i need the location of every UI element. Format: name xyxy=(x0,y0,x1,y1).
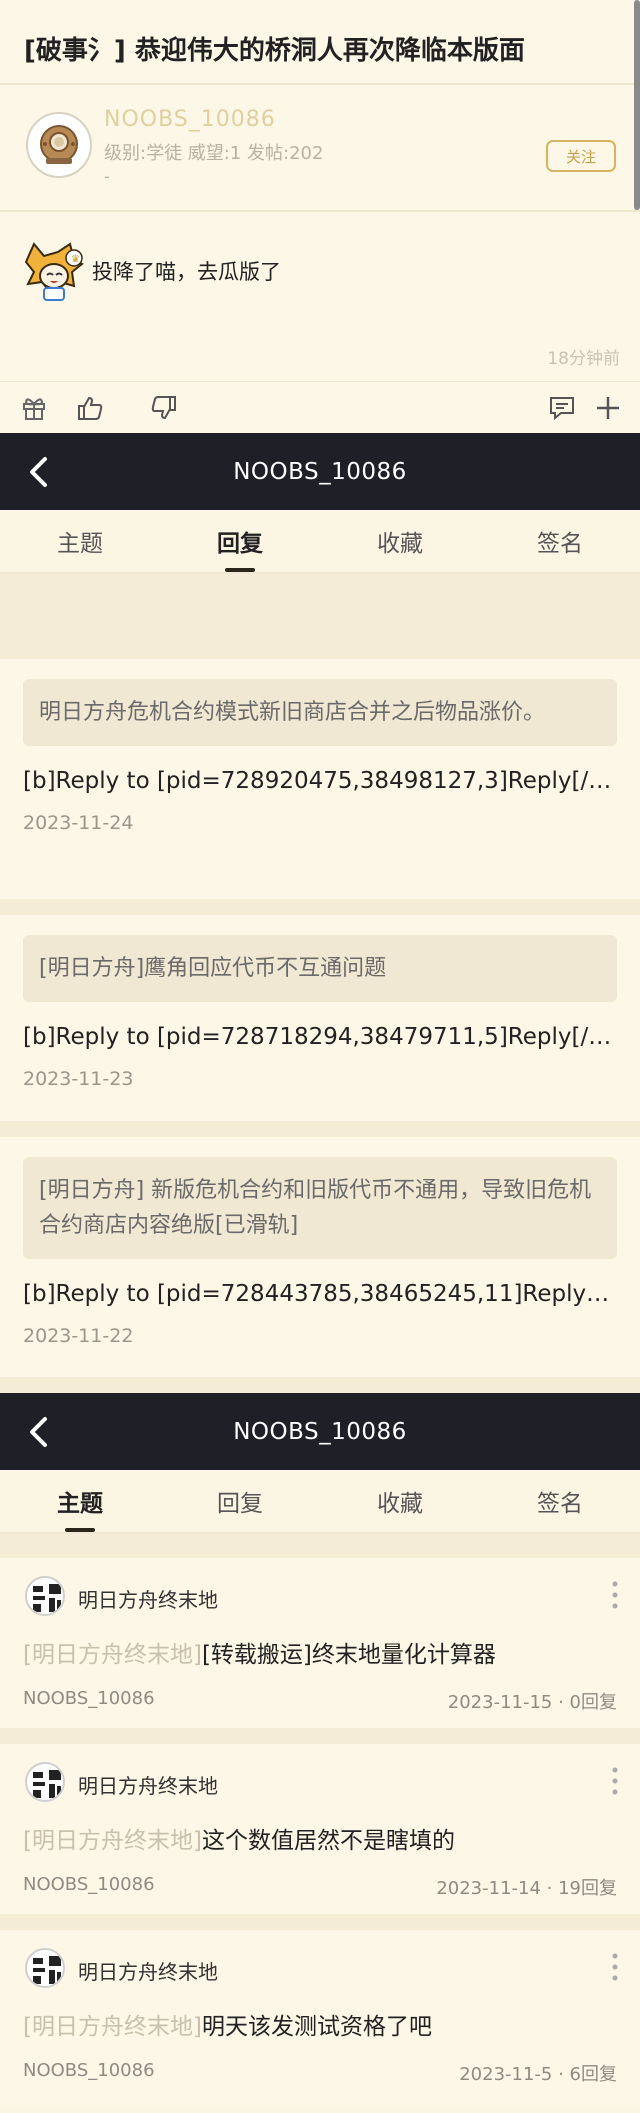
topic-item[interactable]: 明日方舟终末地 [明日方舟终末地]这个数值居然不是瞎填的 NOOBS_10086… xyxy=(0,1744,640,1914)
scrollbar[interactable] xyxy=(634,0,640,210)
reply-quote: 明日方舟危机合约模式新旧商店合并之后物品涨价。 xyxy=(23,679,617,746)
topic-title-text: 这个数值居然不是瞎填的 xyxy=(201,1828,455,1854)
profile-title: NOOBS_10086 xyxy=(233,1418,407,1445)
topic-date: 2023-11-5 xyxy=(459,2064,553,2085)
topic-date: 2023-11-14 xyxy=(436,1878,541,1899)
topic-meta: 2023-11-5 · 6回复 xyxy=(459,2064,617,2085)
topic-author: NOOBS_10086 xyxy=(23,1874,155,1895)
comment-icon[interactable] xyxy=(548,394,576,422)
reply-list: 明日方舟危机合约模式新旧商店合并之后物品涨价。 [b]Reply to [pid… xyxy=(0,574,640,1393)
tab-replies[interactable]: 回复 xyxy=(160,1470,320,1532)
topic-tag: [明日方舟终末地] xyxy=(23,1828,202,1854)
topic-meta: 2023-11-15 · 0回复 xyxy=(447,1692,617,1713)
topic-footer: NOOBS_10086 2023-11-5 · 6回复 xyxy=(23,2060,617,2085)
chevron-left-icon[interactable] xyxy=(24,455,54,489)
topic-title-text: 明天该发测试资格了吧 xyxy=(201,2014,432,2040)
forum-avatar xyxy=(25,1948,65,1988)
post-detail: [破事氵] 恭迎伟大的桥洞人再次降临本版面 NOOBS_10086 级别:学徒 … xyxy=(0,0,640,433)
profile-title: NOOBS_10086 xyxy=(233,458,407,485)
tab-replies[interactable]: 回复 xyxy=(160,510,320,572)
plus-icon[interactable] xyxy=(594,394,622,422)
topic-title: [明日方舟终末地][转载搬运]终末地量化计算器 xyxy=(23,1635,496,1669)
author-row: NOOBS_10086 级别:学徒 威望:1 发帖:202 - 关注 xyxy=(0,85,640,212)
topic-reply-count: 0回复 xyxy=(569,1692,617,1713)
topic-author: NOOBS_10086 xyxy=(23,1688,155,1709)
forum-name[interactable]: 明日方舟终末地 xyxy=(78,1770,218,1799)
forum-logo-icon xyxy=(27,1764,63,1800)
forum-logo-icon xyxy=(27,1578,63,1614)
topic-tag: [明日方舟终末地] xyxy=(23,2014,202,2040)
topic-footer: NOOBS_10086 2023-11-14 · 19回复 xyxy=(23,1874,617,1899)
topic-date: 2023-11-15 xyxy=(447,1692,553,1713)
profile-tabs: 主题 回复 收藏 签名 xyxy=(0,510,640,574)
topic-title: [明日方舟终末地]明天该发测试资格了吧 xyxy=(23,2007,432,2041)
forum-avatar xyxy=(25,1762,65,1802)
tab-signature[interactable]: 签名 xyxy=(480,510,640,572)
topic-item[interactable]: 明日方舟终末地 [明日方舟终末地]明天该发测试资格了吧 NOOBS_10086 … xyxy=(0,1930,640,2105)
forum-avatar xyxy=(25,1576,65,1616)
author-meta: 级别:学徒 威望:1 发帖:202 xyxy=(104,143,324,164)
tab-favorites[interactable]: 收藏 xyxy=(320,510,480,572)
follow-button[interactable]: 关注 xyxy=(546,140,616,172)
thumbs-up-icon[interactable] xyxy=(76,394,104,422)
more-vertical-icon[interactable] xyxy=(612,1952,618,1982)
topic-author: NOOBS_10086 xyxy=(23,2060,155,2081)
author-name[interactable]: NOOBS_10086 xyxy=(104,107,276,132)
chevron-left-icon[interactable] xyxy=(24,1415,54,1449)
topic-meta: 2023-11-14 · 19回复 xyxy=(436,1878,617,1899)
topic-title: [明日方舟终末地]这个数值居然不是瞎填的 xyxy=(23,1821,455,1855)
reply-date: 2023-11-22 xyxy=(23,1325,134,1347)
profile-tabs: 主题 回复 收藏 签名 xyxy=(0,1470,640,1534)
author-signature: - xyxy=(104,167,110,186)
cat-girl-sticker-icon: ♛ xyxy=(24,242,84,301)
forum-name[interactable]: 明日方舟终末地 xyxy=(78,1956,218,1985)
reply-text: [b]Reply to [pid=728443785,38465245,11]R… xyxy=(23,1281,617,1307)
topic-reply-count: 19回复 xyxy=(558,1878,617,1899)
forum-name[interactable]: 明日方舟终末地 xyxy=(78,1584,218,1613)
tab-topics[interactable]: 主题 xyxy=(0,1470,160,1532)
reply-date: 2023-11-23 xyxy=(23,1068,134,1090)
reply-text: [b]Reply to [pid=728920475,38498127,3]Re… xyxy=(23,768,617,794)
screen: [破事氵] 恭迎伟大的桥洞人再次降临本版面 NOOBS_10086 级别:学徒 … xyxy=(0,0,640,2105)
svg-text:♛: ♛ xyxy=(71,254,80,265)
avatar[interactable] xyxy=(26,112,92,178)
topic-list: 明日方舟终末地 [明日方舟终末地][转载搬运]终末地量化计算器 NOOBS_10… xyxy=(0,1534,640,2105)
topic-item[interactable]: 明日方舟终末地 [明日方舟终末地][转载搬运]终末地量化计算器 NOOBS_10… xyxy=(0,1558,640,1728)
gift-icon[interactable] xyxy=(20,394,48,422)
reply-quote: [明日方舟] 新版危机合约和旧版代币不通用，导致旧危机合约商店内容绝版[已滑轨] xyxy=(23,1157,617,1259)
reply-item[interactable]: 明日方舟危机合约模式新旧商店合并之后物品涨价。 [b]Reply to [pid… xyxy=(0,659,640,899)
post-action-bar xyxy=(0,382,640,433)
topic-title-text: [转载搬运]终末地量化计算器 xyxy=(201,1642,496,1668)
profile-navbar: NOOBS_10086 xyxy=(0,433,640,510)
reply-item[interactable]: [明日方舟]鹰角回应代币不互通问题 [b]Reply to [pid=72871… xyxy=(0,915,640,1121)
reply-item[interactable]: [明日方舟] 新版危机合约和旧版代币不通用，导致旧危机合约商店内容绝版[已滑轨]… xyxy=(0,1137,640,1377)
topic-tag: [明日方舟终末地] xyxy=(23,1642,202,1668)
tab-signature[interactable]: 签名 xyxy=(480,1470,640,1532)
reply-text: [b]Reply to [pid=728718294,38479711,5]Re… xyxy=(23,1024,617,1050)
post-title: [破事氵] 恭迎伟大的桥洞人再次降临本版面 xyxy=(0,0,640,85)
topic-reply-count: 6回复 xyxy=(569,2064,617,2085)
post-body: ♛ 投降了喵，去瓜版了 18分钟前 xyxy=(0,212,640,382)
more-vertical-icon[interactable] xyxy=(612,1766,618,1796)
post-time: 18分钟前 xyxy=(547,349,620,369)
thumbs-down-icon[interactable] xyxy=(150,394,178,422)
post-text: 投降了喵，去瓜版了 xyxy=(92,260,281,284)
profile-navbar: NOOBS_10086 xyxy=(0,1393,640,1470)
more-vertical-icon[interactable] xyxy=(612,1580,618,1610)
reply-date: 2023-11-24 xyxy=(23,812,134,834)
diving-helmet-icon xyxy=(40,125,78,164)
tab-topics[interactable]: 主题 xyxy=(0,510,160,572)
tab-favorites[interactable]: 收藏 xyxy=(320,1470,480,1532)
reply-quote: [明日方舟]鹰角回应代币不互通问题 xyxy=(23,935,617,1002)
forum-logo-icon xyxy=(27,1950,63,1986)
topic-footer: NOOBS_10086 2023-11-15 · 0回复 xyxy=(23,1688,617,1713)
